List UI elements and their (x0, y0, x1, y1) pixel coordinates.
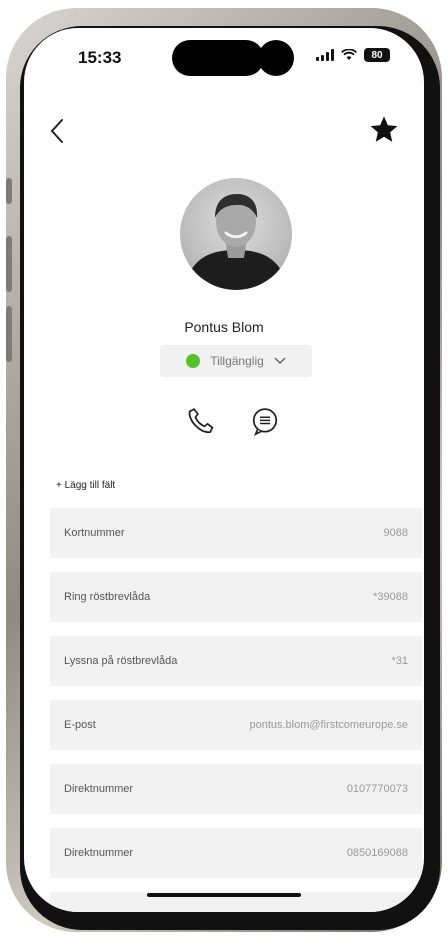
field-value: *39088 (373, 591, 408, 603)
side-button (6, 178, 12, 204)
field-value: 9088 (383, 527, 408, 539)
battery-icon: 80 (364, 48, 390, 62)
field-label: Lyssna på röstbrevlåda (64, 655, 178, 667)
field-row-ring-rostbrevlada[interactable]: Ring röstbrevlåda *39088 (50, 572, 422, 622)
screen: 15:33 80 Pontus Blom Tillgänglig + Lägg … (24, 28, 424, 912)
chat-bubble-icon[interactable] (250, 406, 280, 436)
presence-dot (186, 354, 201, 368)
dynamic-island (172, 40, 264, 76)
signal-icon (316, 49, 334, 61)
field-label: Ring röstbrevlåda (64, 591, 151, 603)
field-row-kortnummer[interactable]: Kortnummer 9088 (50, 508, 422, 558)
presence-dropdown[interactable]: Tillgänglig (160, 345, 312, 377)
avatar (180, 178, 292, 290)
back-chevron-icon[interactable] (46, 116, 70, 146)
contact-name: Pontus Blom (184, 319, 264, 335)
field-value: *31 (391, 655, 408, 667)
chevron-down-icon (274, 357, 286, 365)
field-label: Kortnummer (64, 527, 125, 539)
field-value: pontus.blom@firstcomeurope.se (249, 719, 408, 731)
field-row-epost[interactable]: E-post pontus.blom@firstcomeurope.se (50, 700, 422, 750)
field-label: Direktnummer (64, 847, 134, 859)
add-field-button[interactable]: + Lägg till fält (56, 480, 115, 491)
field-row-lyssna-rostbrevlada[interactable]: Lyssna på röstbrevlåda *31 (50, 636, 422, 686)
field-row-direktnummer[interactable]: Direktnummer 0850169088 (50, 828, 422, 878)
favorite-star-icon[interactable] (368, 114, 400, 146)
field-value: 0850169088 (346, 847, 408, 859)
presence-label: Tillgänglig (210, 354, 264, 368)
field-row-direktnummer[interactable]: Direktnummer 0107770073 (50, 764, 422, 814)
status-time: 15:33 (78, 48, 122, 67)
field-value: 0107770073 (346, 783, 408, 795)
status-indicators: 80 (316, 48, 390, 62)
wifi-icon (341, 49, 357, 60)
home-indicator[interactable] (147, 893, 301, 897)
phone-icon[interactable] (186, 406, 216, 436)
side-button (6, 306, 12, 362)
field-label: Direktnummer (64, 783, 134, 795)
side-button (6, 236, 12, 292)
avatar-photo (184, 194, 288, 290)
front-camera (258, 40, 294, 76)
field-label: E-post (64, 719, 96, 731)
